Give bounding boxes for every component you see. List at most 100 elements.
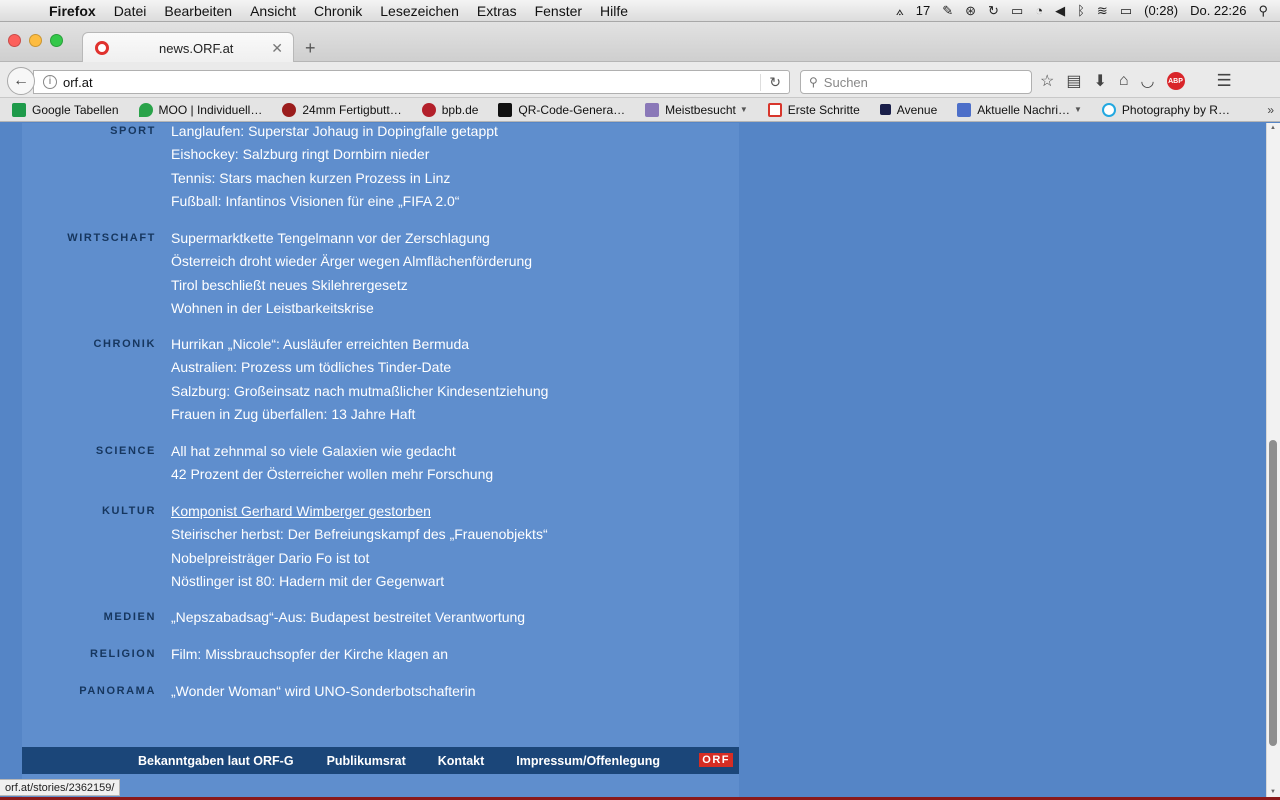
search-icon: ⚲ — [809, 75, 818, 89]
bpb-icon — [421, 102, 436, 117]
headline-link[interactable]: Langlaufen: Superstar Johaug in Dopingfa… — [171, 123, 498, 143]
headline-link[interactable]: Fußball: Infantinos Visionen für eine „F… — [171, 190, 498, 213]
back-button[interactable]: ← — [7, 67, 35, 95]
scroll-down-icon[interactable]: ▼ — [1270, 789, 1276, 795]
time-machine-icon[interactable]: ◔ — [1029, 3, 1049, 18]
footer-link-publikumsrat[interactable]: Publikumsrat — [327, 754, 406, 768]
headline-link[interactable]: Komponist Gerhard Wimberger gestorben — [171, 500, 548, 523]
menu-chronik[interactable]: Chronik — [305, 3, 371, 19]
headline-link[interactable]: Hurrikan „Nicole“: Ausläufer erreichten … — [171, 333, 548, 356]
section-label[interactable]: PANORAMA — [79, 685, 156, 697]
headline-link[interactable]: Steirischer herbst: Der Befreiungskampf … — [171, 523, 548, 546]
headline-link[interactable]: Tennis: Stars machen kurzen Prozess in L… — [171, 167, 498, 190]
bookmark-24mm[interactable]: 24mm Fertigbutt… — [282, 102, 402, 117]
scrollbar-thumb[interactable] — [1269, 440, 1277, 746]
adblock-plus-icon[interactable]: ABP — [1166, 72, 1185, 90]
bookmark-google-tabellen[interactable]: Google Tabellen — [12, 102, 119, 117]
bookmark-avenue[interactable]: Avenue — [879, 103, 937, 117]
home-icon[interactable]: ⌂ — [1119, 72, 1129, 90]
zoom-window-button[interactable] — [50, 34, 63, 47]
site-info-icon[interactable]: i — [43, 75, 57, 89]
status-count[interactable]: 17 — [910, 3, 936, 18]
menu-app-firefox[interactable]: Firefox — [40, 3, 105, 19]
minimize-window-button[interactable] — [29, 34, 42, 47]
section-label[interactable]: MEDIEN — [104, 611, 156, 623]
headline-link[interactable]: Österreich droht wieder Ärger wegen Almf… — [171, 250, 532, 273]
bluetooth-icon[interactable]: ᛒ — [1071, 3, 1091, 18]
headline-list: Supermarktkette Tengelmann vor der Zersc… — [171, 227, 532, 320]
tab-news-orf[interactable]: news.ORF.at ✕ — [82, 32, 294, 63]
moo-drop-icon — [138, 102, 153, 117]
wifi-icon[interactable]: ≋ — [1091, 3, 1114, 19]
close-window-button[interactable] — [8, 34, 21, 47]
bookmark-erste-schritte[interactable]: Erste Schritte — [767, 102, 860, 117]
headline-link[interactable]: Supermarktkette Tengelmann vor der Zersc… — [171, 227, 532, 250]
menu-bearbeiten[interactable]: Bearbeiten — [155, 3, 241, 19]
battery-time[interactable]: (0:28) — [1138, 3, 1184, 18]
close-tab-icon[interactable]: ✕ — [271, 40, 283, 57]
folder-icon — [645, 102, 660, 117]
display-icon[interactable]: ▭ — [1005, 3, 1029, 19]
headline-link[interactable]: Nobelpreisträger Dario Fo ist tot — [171, 547, 548, 570]
x-mark-icon — [767, 102, 782, 117]
spotlight-search-icon[interactable]: ⚲ — [1252, 3, 1274, 19]
hamburger-menu-icon[interactable]: ☰ — [1217, 71, 1232, 91]
menu-lesezeichen[interactable]: Lesezeichen — [371, 3, 468, 19]
settings-wheel-icon[interactable]: ⊛ — [959, 3, 982, 19]
section-label[interactable]: SCIENCE — [96, 445, 156, 457]
headline-link[interactable]: Film: Missbrauchsopfer der Kirche klagen… — [171, 643, 448, 666]
headline-link[interactable]: Nöstlinger ist 80: Hadern mit der Gegenw… — [171, 570, 548, 593]
bookmark-star-icon[interactable]: ☆ — [1040, 71, 1054, 91]
headline-link[interactable]: 42 Prozent der Österreicher wollen mehr … — [171, 463, 493, 486]
qr-code-icon — [498, 102, 513, 117]
search-placeholder[interactable]: Suchen — [824, 75, 868, 90]
headline-link[interactable]: Frauen in Zug überfallen: 13 Jahre Haft — [171, 403, 548, 426]
bookmark-folder-aktuelle-nachrichten[interactable]: Aktuelle Nachri… ▼ — [957, 102, 1082, 117]
scroll-up-icon[interactable]: ▲ — [1270, 125, 1276, 131]
headline-link[interactable]: Tirol beschließt neues Skilehrergesetz — [171, 274, 532, 297]
url-text[interactable]: orf.at — [63, 75, 760, 90]
headline-link[interactable]: Salzburg: Großeinsatz nach mutmaßlicher … — [171, 380, 548, 403]
footer-link-kontakt[interactable]: Kontakt — [438, 754, 485, 768]
section-label[interactable]: WIRTSCHAFT — [67, 232, 156, 244]
section-label[interactable]: SPORT — [110, 125, 156, 137]
bookmarks-overflow-icon[interactable]: » — [1267, 103, 1274, 117]
menu-hilfe[interactable]: Hilfe — [591, 3, 637, 19]
clock[interactable]: Do. 22:26 — [1184, 3, 1252, 18]
battery-icon[interactable]: ▭ — [1114, 3, 1138, 19]
menu-datei[interactable]: Datei — [105, 3, 156, 19]
headline-link[interactable]: „Wonder Woman“ wird UNO-Sonderbotschafte… — [171, 680, 476, 703]
headline-link[interactable]: Wohnen in der Leistbarkeitskrise — [171, 297, 532, 320]
section-label[interactable]: CHRONIK — [93, 338, 156, 350]
url-bar[interactable]: i orf.at ↻ — [33, 70, 790, 94]
adobe-icon[interactable]: ⟑ — [890, 3, 910, 19]
orf-logo[interactable]: ORF — [699, 753, 733, 767]
headline-link[interactable]: „Nepszabadsag“-Aus: Budapest bestreitet … — [171, 606, 525, 629]
pocket-icon[interactable]: ◡ — [1141, 71, 1155, 91]
vertical-scrollbar[interactable]: ▲ ▼ — [1266, 123, 1280, 797]
menu-extras[interactable]: Extras — [468, 3, 526, 19]
headline-link[interactable]: All hat zehnmal so viele Galaxien wie ge… — [171, 440, 493, 463]
bookmark-photography[interactable]: Photography by R… — [1101, 102, 1230, 117]
headline-link[interactable]: Australien: Prozess um tödliches Tinder-… — [171, 356, 548, 379]
download-icon[interactable]: ⬇ — [1093, 71, 1106, 91]
section-label[interactable]: RELIGION — [90, 648, 156, 660]
search-bar[interactable]: ⚲ Suchen — [800, 70, 1032, 94]
menu-fenster[interactable]: Fenster — [526, 3, 591, 19]
bookmark-qr-code[interactable]: QR-Code-Genera… — [498, 102, 625, 117]
section-label[interactable]: KULTUR — [102, 505, 156, 517]
footer-link-bekanntgaben[interactable]: Bekanntgaben laut ORF-G — [138, 754, 294, 768]
bookmark-moo[interactable]: MOO | Individuell… — [138, 102, 262, 117]
bookmark-folder-meistbesucht[interactable]: Meistbesucht ▼ — [645, 102, 748, 117]
sync-icon[interactable]: ↻ — [982, 3, 1005, 19]
new-tab-button[interactable]: + — [305, 38, 316, 59]
headline-link[interactable]: Eishockey: Salzburg ringt Dornbirn niede… — [171, 143, 498, 166]
menu-ansicht[interactable]: Ansicht — [241, 3, 305, 19]
reading-list-icon[interactable]: ▤ — [1066, 71, 1081, 91]
satellite-icon[interactable]: ✎ — [936, 3, 959, 19]
footer-link-impressum[interactable]: Impressum/Offenlegung — [516, 754, 660, 768]
bookmark-bpb[interactable]: bpb.de — [421, 102, 478, 117]
headline-list: Film: Missbrauchsopfer der Kirche klagen… — [171, 643, 448, 666]
reload-icon[interactable]: ↻ — [760, 73, 781, 91]
volume-icon[interactable]: ◀ — [1049, 3, 1071, 19]
